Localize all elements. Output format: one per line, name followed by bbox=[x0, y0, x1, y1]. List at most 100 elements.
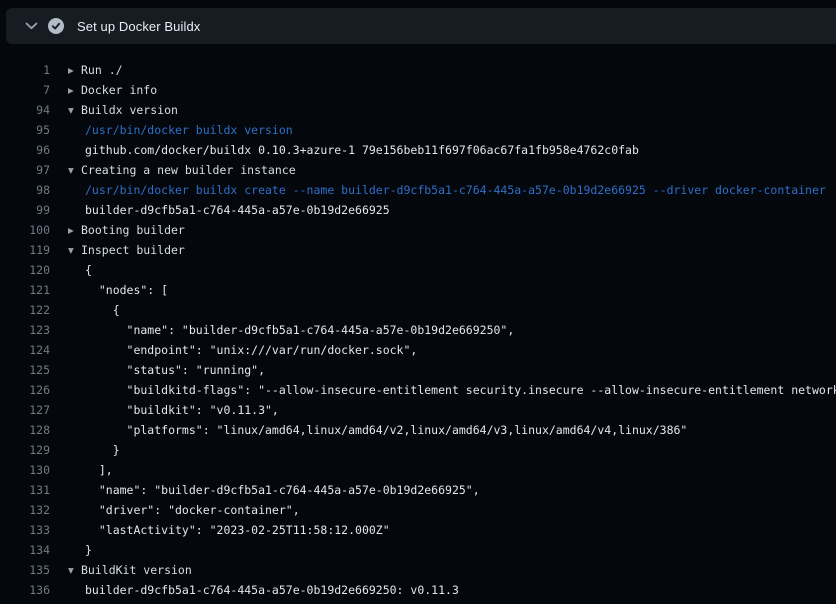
line-content: /usr/bin/docker buildx create --name bui… bbox=[68, 180, 826, 200]
line-content: "endpoint": "unix:///var/run/docker.sock… bbox=[68, 340, 417, 360]
log-line-97: 97 ▼Creating a new builder instance bbox=[0, 160, 836, 180]
log-line-122: 122 { bbox=[0, 300, 836, 320]
line-content[interactable]: ▶Run ./ bbox=[68, 60, 123, 80]
line-number[interactable]: 1 bbox=[0, 60, 50, 80]
line-number[interactable]: 122 bbox=[0, 300, 50, 320]
line-number[interactable]: 125 bbox=[0, 360, 50, 380]
line-content[interactable]: ▼Creating a new builder instance bbox=[68, 160, 296, 180]
line-number[interactable]: 96 bbox=[0, 140, 50, 160]
line-number[interactable]: 134 bbox=[0, 540, 50, 560]
line-text: "endpoint": "unix:///var/run/docker.sock… bbox=[85, 343, 417, 357]
line-content: "buildkitd-flags": "--allow-insecure-ent… bbox=[68, 380, 836, 400]
chevron-right-icon: ▶ bbox=[68, 81, 81, 101]
line-number[interactable]: 129 bbox=[0, 440, 50, 460]
line-text: "name": "builder-d9cfb5a1-c764-445a-a57e… bbox=[85, 323, 514, 337]
chevron-right-icon: ▶ bbox=[68, 221, 81, 241]
line-text: Docker info bbox=[81, 83, 157, 97]
line-text: } bbox=[85, 543, 92, 557]
line-number[interactable]: 127 bbox=[0, 400, 50, 420]
log-line-135: 135 ▼BuildKit version bbox=[0, 560, 836, 580]
line-content: { bbox=[68, 260, 92, 280]
line-text: Booting builder bbox=[81, 223, 185, 237]
log-line-133: 133 "lastActivity": "2023-02-25T11:58:12… bbox=[0, 520, 836, 540]
line-number[interactable]: 94 bbox=[0, 100, 50, 120]
line-content: "lastActivity": "2023-02-25T11:58:12.000… bbox=[68, 520, 390, 540]
line-text: /usr/bin/docker buildx version bbox=[85, 123, 293, 137]
line-number[interactable]: 98 bbox=[0, 180, 50, 200]
log-line-1: 1 ▶Run ./ bbox=[0, 60, 836, 80]
log-line-131: 131 "name": "builder-d9cfb5a1-c764-445a-… bbox=[0, 480, 836, 500]
log-line-94: 94 ▼Buildx version bbox=[0, 100, 836, 120]
line-number[interactable]: 135 bbox=[0, 560, 50, 580]
step-header[interactable]: Set up Docker Buildx bbox=[6, 8, 836, 44]
line-text: { bbox=[85, 263, 92, 277]
line-number[interactable]: 120 bbox=[0, 260, 50, 280]
line-number[interactable]: 97 bbox=[0, 160, 50, 180]
line-number[interactable]: 7 bbox=[0, 80, 50, 100]
line-text: "status": "running", bbox=[85, 363, 265, 377]
log-line-129: 129 } bbox=[0, 440, 836, 460]
log-line-136: 136 builder-d9cfb5a1-c764-445a-a57e-0b19… bbox=[0, 580, 836, 600]
line-text: "platforms": "linux/amd64,linux/amd64/v2… bbox=[85, 423, 687, 437]
line-content: } bbox=[68, 440, 120, 460]
line-text: builder-d9cfb5a1-c764-445a-a57e-0b19d2e6… bbox=[85, 203, 390, 217]
log-line-120: 120 { bbox=[0, 260, 836, 280]
line-content[interactable]: ▼Buildx version bbox=[68, 100, 178, 120]
line-number[interactable]: 123 bbox=[0, 320, 50, 340]
line-content: { bbox=[68, 300, 120, 320]
chevron-down-icon: ▼ bbox=[68, 161, 81, 181]
line-text: github.com/docker/buildx 0.10.3+azure-1 … bbox=[85, 143, 639, 157]
line-number[interactable]: 131 bbox=[0, 480, 50, 500]
line-content[interactable]: ▼BuildKit version bbox=[68, 560, 192, 580]
chevron-down-icon[interactable] bbox=[25, 22, 38, 30]
line-number[interactable]: 119 bbox=[0, 240, 50, 260]
chevron-down-icon: ▼ bbox=[68, 241, 81, 261]
line-content[interactable]: ▶Booting builder bbox=[68, 220, 185, 240]
line-text: ], bbox=[85, 463, 113, 477]
line-number[interactable]: 132 bbox=[0, 500, 50, 520]
line-number[interactable]: 100 bbox=[0, 220, 50, 240]
line-text: BuildKit version bbox=[81, 563, 192, 577]
step-title: Set up Docker Buildx bbox=[77, 19, 200, 34]
line-text: "driver": "docker-container", bbox=[85, 503, 300, 517]
line-number[interactable]: 128 bbox=[0, 420, 50, 440]
line-number[interactable]: 126 bbox=[0, 380, 50, 400]
log-line-132: 132 "driver": "docker-container", bbox=[0, 500, 836, 520]
log-line-127: 127 "buildkit": "v0.11.3", bbox=[0, 400, 836, 420]
line-text: Inspect builder bbox=[81, 243, 185, 257]
line-content: github.com/docker/buildx 0.10.3+azure-1 … bbox=[68, 140, 639, 160]
line-content[interactable]: ▼Inspect builder bbox=[68, 240, 185, 260]
line-text: Run ./ bbox=[81, 63, 123, 77]
log-line-123: 123 "name": "builder-d9cfb5a1-c764-445a-… bbox=[0, 320, 836, 340]
log-line-95: 95 /usr/bin/docker buildx version bbox=[0, 120, 836, 140]
log-line-100: 100 ▶Booting builder bbox=[0, 220, 836, 240]
line-number[interactable]: 133 bbox=[0, 520, 50, 540]
line-number[interactable]: 99 bbox=[0, 200, 50, 220]
line-text: { bbox=[85, 303, 120, 317]
line-number[interactable]: 130 bbox=[0, 460, 50, 480]
line-number[interactable]: 136 bbox=[0, 580, 50, 600]
log-line-119: 119 ▼Inspect builder bbox=[0, 240, 836, 260]
log-line-130: 130 ], bbox=[0, 460, 836, 480]
line-content: } bbox=[68, 540, 92, 560]
line-number[interactable]: 124 bbox=[0, 340, 50, 360]
line-text: Creating a new builder instance bbox=[81, 163, 296, 177]
line-content[interactable]: ▶Docker info bbox=[68, 80, 157, 100]
line-text: "nodes": [ bbox=[85, 283, 168, 297]
line-content: "buildkit": "v0.11.3", bbox=[68, 400, 279, 420]
line-number[interactable]: 121 bbox=[0, 280, 50, 300]
line-content: ], bbox=[68, 460, 113, 480]
chevron-right-icon: ▶ bbox=[68, 61, 81, 81]
log-line-121: 121 "nodes": [ bbox=[0, 280, 836, 300]
line-text: /usr/bin/docker buildx create --name bui… bbox=[85, 183, 826, 197]
line-number[interactable]: 95 bbox=[0, 120, 50, 140]
line-text: "buildkitd-flags": "--allow-insecure-ent… bbox=[85, 383, 836, 397]
check-circle-icon bbox=[48, 18, 64, 34]
line-text: builder-d9cfb5a1-c764-445a-a57e-0b19d2e6… bbox=[85, 583, 459, 597]
chevron-down-icon: ▼ bbox=[68, 561, 81, 581]
line-text: "lastActivity": "2023-02-25T11:58:12.000… bbox=[85, 523, 390, 537]
log-line-7: 7 ▶Docker info bbox=[0, 80, 836, 100]
line-content: /usr/bin/docker buildx version bbox=[68, 120, 293, 140]
log-lines: 1 ▶Run ./ 7 ▶Docker info 94 ▼Buildx vers… bbox=[0, 60, 836, 600]
log-line-96: 96 github.com/docker/buildx 0.10.3+azure… bbox=[0, 140, 836, 160]
